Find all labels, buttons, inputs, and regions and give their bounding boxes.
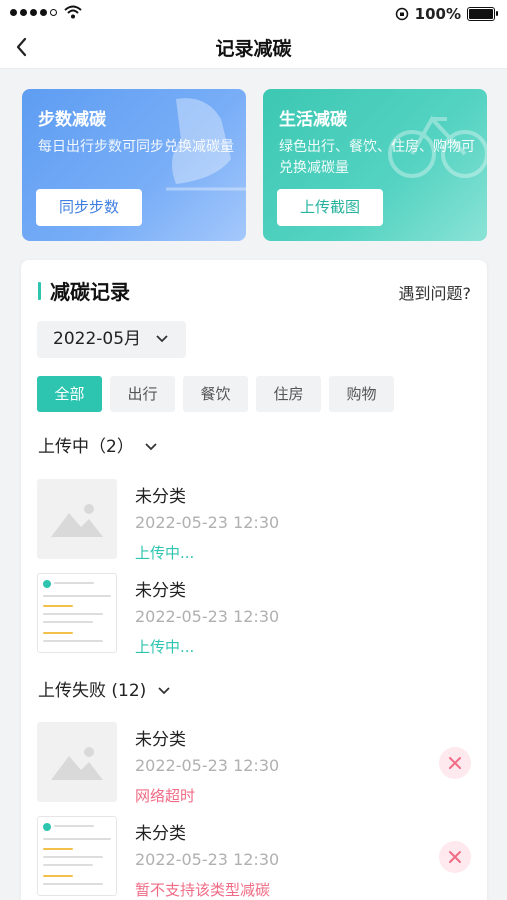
card-title: 步数减碳	[38, 110, 106, 130]
item-date: 2022-05-23 12:30	[135, 756, 280, 775]
section-title: 上传失败 (12)	[38, 681, 147, 701]
item-category: 未分类	[135, 730, 186, 750]
close-icon	[449, 851, 461, 863]
wifi-icon	[64, 5, 82, 19]
section-title: 上传中（2）	[38, 437, 134, 457]
item-category: 未分类	[135, 824, 186, 844]
month-value: 2022-05月	[53, 329, 142, 349]
step-carbon-card: 步数减碳 每日出行步数可同步兑换减碳量 同步步数	[22, 89, 246, 241]
list-item[interactable]: 未分类 2022-05-23 12:30 网络超时	[37, 722, 471, 806]
battery-icon	[467, 7, 498, 21]
close-icon	[449, 757, 461, 769]
screenshot-thumbnail	[37, 816, 117, 896]
upload-screenshot-button[interactable]: 上传截图	[277, 189, 383, 226]
delete-button[interactable]	[439, 841, 471, 873]
signal-icon	[10, 9, 57, 16]
records-panel: 减碳记录 遇到问题? 2022-05月 全部 出行 餐饮 住房 购物 上传中（2…	[21, 260, 487, 900]
card-desc: 每日出行步数可同步兑换减碳量	[38, 139, 234, 155]
help-link[interactable]: 遇到问题?	[399, 280, 472, 304]
records-title: 减碳记录	[50, 280, 130, 304]
item-date: 2022-05-23 12:30	[135, 607, 280, 626]
sync-steps-button[interactable]: 同步步数	[36, 189, 142, 226]
life-carbon-card: 生活减碳 绿色出行、餐饮、住房、购物可兑换减碳量 上传截图	[263, 89, 487, 241]
chevron-down-icon	[156, 335, 168, 343]
item-status: 上传中...	[135, 638, 195, 656]
item-status: 暂不支持该类型减碳	[135, 881, 271, 899]
item-date: 2022-05-23 12:30	[135, 850, 280, 869]
uploading-section-header[interactable]: 上传中（2）	[38, 432, 157, 457]
filter-housing[interactable]: 住房	[256, 376, 321, 412]
filter-travel[interactable]: 出行	[110, 376, 175, 412]
category-filters: 全部 出行 餐饮 住房 购物	[37, 376, 394, 412]
status-bar: 100%	[0, 0, 507, 28]
nav-bar: 记录减碳	[0, 28, 507, 69]
orientation-lock-icon	[395, 7, 408, 21]
page-title: 记录减碳	[215, 38, 292, 60]
battery-percent: 100%	[414, 5, 461, 23]
feature-cards: 步数减碳 每日出行步数可同步兑换减碳量 同步步数 生活减碳 绿色出行、餐饮、住房…	[22, 89, 487, 241]
chevron-down-icon	[158, 687, 170, 695]
list-item[interactable]: 未分类 2022-05-23 12:30 上传中...	[37, 479, 471, 563]
chevron-down-icon	[145, 443, 157, 451]
filter-all[interactable]: 全部	[37, 376, 102, 412]
month-selector[interactable]: 2022-05月	[37, 321, 186, 358]
item-date: 2022-05-23 12:30	[135, 513, 280, 532]
image-placeholder-icon	[37, 479, 117, 559]
item-status: 上传中...	[135, 544, 195, 562]
filter-shopping[interactable]: 购物	[329, 376, 394, 412]
card-desc: 绿色出行、餐饮、住房、购物可兑换减碳量	[279, 139, 475, 176]
card-title: 生活减碳	[279, 110, 347, 130]
item-status: 网络超时	[135, 787, 196, 805]
screenshot-thumbnail	[37, 573, 117, 653]
list-item[interactable]: 未分类 2022-05-23 12:30 暂不支持该类型减碳	[37, 816, 471, 900]
item-category: 未分类	[135, 581, 186, 601]
image-placeholder-icon	[37, 722, 117, 802]
list-item[interactable]: 未分类 2022-05-23 12:30 上传中...	[37, 573, 471, 657]
filter-dining[interactable]: 餐饮	[183, 376, 248, 412]
title-accent-bar	[38, 282, 41, 300]
failed-section-header[interactable]: 上传失败 (12)	[38, 676, 170, 701]
item-category: 未分类	[135, 487, 186, 507]
delete-button[interactable]	[439, 747, 471, 779]
